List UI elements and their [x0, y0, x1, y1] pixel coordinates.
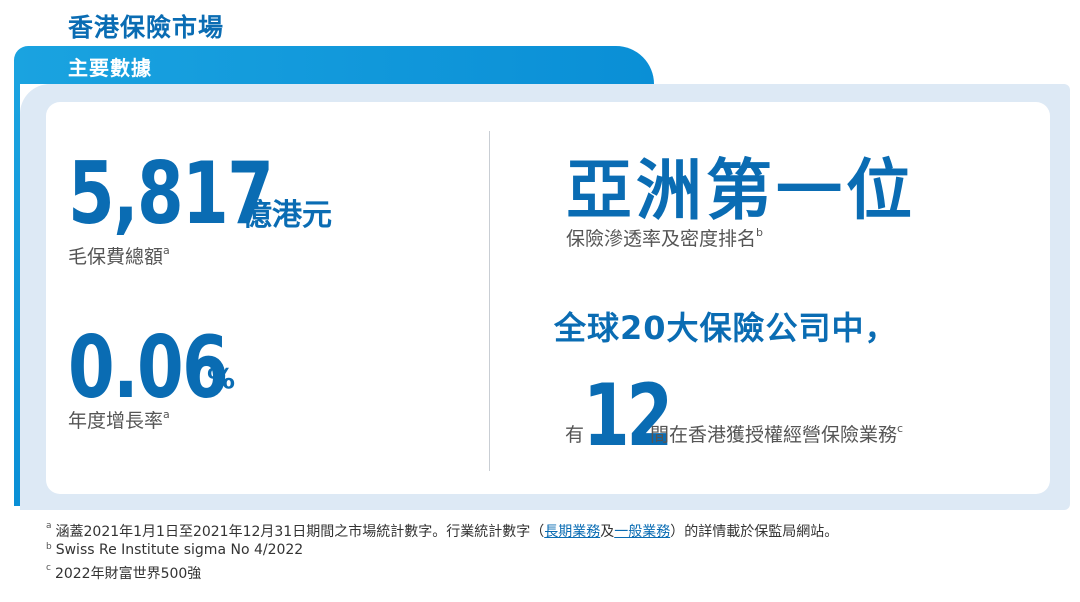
global-insurers-line: 全球20大保險公司中，: [554, 309, 898, 347]
footnote-b-marker: b: [46, 542, 52, 552]
general-business-link[interactable]: 一般業務: [614, 524, 670, 540]
growth-unit: %: [207, 362, 236, 395]
asia-rank-headline: 亞洲第一位: [566, 152, 916, 229]
footnote-b: b Swiss Re Institute sigma No 4/2022: [46, 542, 303, 558]
global-suffix-text: 間在香港獲授權經營保險業務: [650, 424, 898, 446]
footnote-a-marker: a: [46, 521, 52, 531]
footnote-a-text-mid: 及: [600, 524, 615, 540]
growth-caption: 年度增長率a: [68, 406, 170, 433]
long-term-business-link[interactable]: 長期業務: [544, 524, 600, 540]
footnote-c-marker: c: [46, 563, 51, 573]
page-title: 香港保險市場: [68, 13, 225, 42]
premium-caption: 毛保費總額a: [68, 242, 170, 269]
global-count: 12: [583, 366, 673, 466]
card-divider: [489, 131, 490, 471]
footnote-a: a 涵蓋2021年1月1日至2021年12月31日期間之市場統計數字。行業統計數字…: [46, 521, 838, 541]
global-suffix: 間在香港獲授權經營保險業務c: [650, 420, 903, 447]
asia-rank-caption: 保險滲透率及密度排名b: [566, 224, 763, 251]
growth-caption-text: 年度增長率: [68, 410, 164, 432]
global-prefix: 有: [565, 424, 585, 446]
growth-value: 0.06: [68, 318, 229, 418]
footnote-b-text: Swiss Re Institute sigma No 4/2022: [55, 542, 304, 558]
footnote-marker-b: b: [756, 226, 763, 239]
asia-rank-caption-text: 保險滲透率及密度排名: [566, 228, 757, 250]
footnote-marker-a: a: [163, 244, 170, 257]
footnote-c: c 2022年財富世界500強: [46, 563, 201, 583]
footnote-a-text-before: 涵蓋2021年1月1日至2021年12月31日期間之市場統計數字。行業統計數字（: [55, 524, 545, 540]
footnote-marker-c: c: [897, 422, 904, 435]
footnote-c-text: 2022年財富世界500強: [54, 566, 202, 582]
premium-caption-text: 毛保費總額: [68, 246, 164, 268]
footnote-a-text-after: ）的詳情載於保監局網站。: [670, 524, 839, 540]
section-tab-label: 主要數據: [68, 56, 152, 80]
premium-unit: 億港元: [242, 198, 332, 233]
footnote-marker-a: a: [163, 408, 170, 421]
